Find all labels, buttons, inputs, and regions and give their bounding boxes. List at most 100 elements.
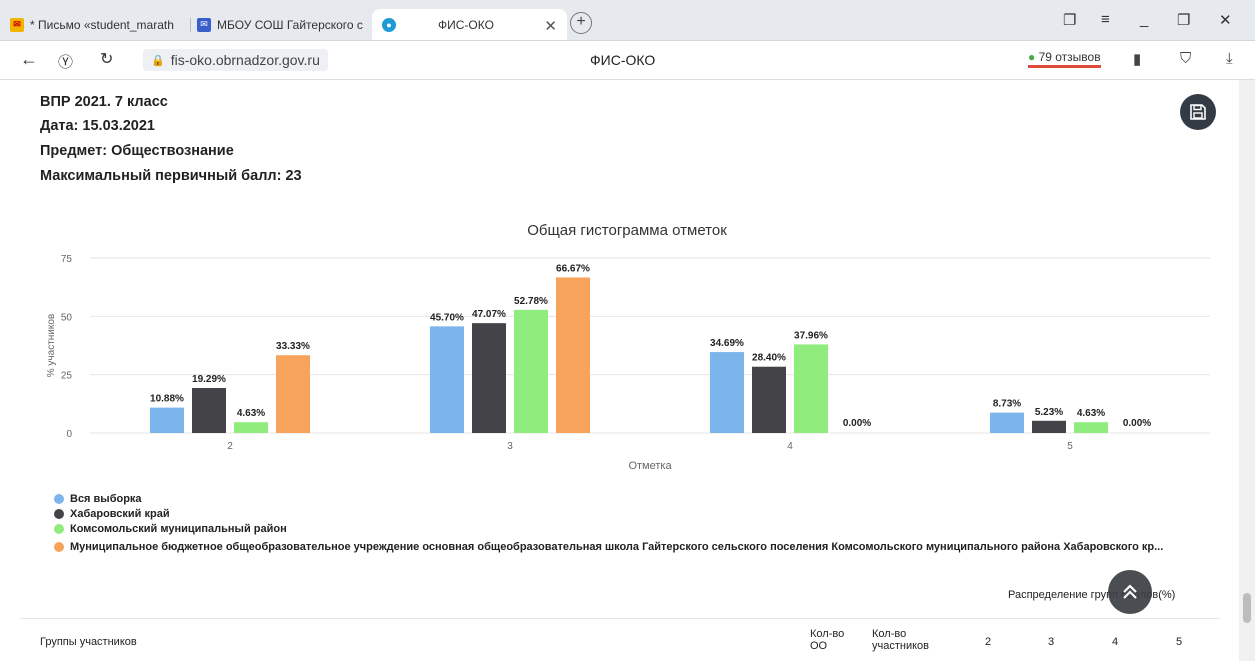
- mail-icon: ✉: [10, 17, 24, 32]
- scroll-top-button[interactable]: [1108, 570, 1152, 614]
- data-label: 19.29%: [192, 374, 226, 385]
- reviews-button[interactable]: ● 79 отзывов: [1028, 50, 1101, 68]
- data-label: 0.00%: [843, 418, 871, 429]
- bar-комсомол: [1074, 422, 1108, 433]
- bookmark-icon[interactable]: ▮: [1133, 50, 1141, 68]
- legend-swatch: [54, 542, 64, 552]
- page-title: ФИС-ОКО: [590, 52, 656, 68]
- tab-title: МБОУ СОШ Гайтерского с: [217, 17, 363, 32]
- data-label: 34.69%: [710, 338, 744, 349]
- legend-swatch: [54, 509, 64, 519]
- data-label: 5.23%: [1035, 407, 1063, 418]
- legend-label: Комсомольский муниципальный район: [70, 523, 287, 535]
- data-label: 4.63%: [237, 408, 265, 419]
- new-tab-button[interactable]: +: [570, 12, 592, 34]
- bar-муниципа: [556, 277, 590, 433]
- x-tick-label: 4: [787, 441, 793, 452]
- tab-title: ФИС-ОКО: [438, 17, 494, 32]
- lock-icon: 🔒: [151, 54, 165, 67]
- legend-swatch: [54, 524, 64, 534]
- y-tick-label: 0: [66, 429, 72, 440]
- page-content: ВПР 2021. 7 класс Дата: 15.03.2021 Предм…: [0, 80, 1239, 661]
- reload-icon[interactable]: ↻: [100, 49, 113, 69]
- data-label: 4.63%: [1077, 408, 1105, 419]
- bar-вся-выбо: [430, 326, 464, 433]
- download-icon[interactable]: ⤓: [1226, 50, 1233, 67]
- bar-вся-выбо: [150, 407, 184, 433]
- url-text: fis-oko.obrnadzor.gov.ru: [170, 52, 320, 68]
- data-label: 28.40%: [752, 353, 786, 364]
- chart-title: Общая гистограмма отметок: [527, 222, 727, 239]
- legend-label: Муниципальное бюджетное общеобразователь…: [70, 541, 1164, 553]
- bar-хабаровс: [752, 366, 786, 433]
- menu-icon[interactable]: ≡: [1101, 11, 1110, 28]
- col-grade-2: 2: [985, 636, 992, 648]
- mail-envelope-icon: ✉: [197, 17, 211, 32]
- y-tick-label: 50: [61, 312, 73, 323]
- data-label: 66.67%: [556, 263, 590, 274]
- col-grade-5: 5: [1176, 636, 1183, 648]
- scrollbar-thumb[interactable]: [1243, 593, 1251, 623]
- bar-вся-выбо: [710, 352, 744, 433]
- restore-icon[interactable]: ❐: [1177, 11, 1190, 29]
- legend-item[interactable]: Хабаровский край: [54, 508, 170, 520]
- y-tick-label: 25: [61, 371, 73, 382]
- data-label: 10.88%: [150, 394, 184, 405]
- tabs-icon[interactable]: ❐: [1063, 11, 1076, 29]
- bar-комсомол: [794, 344, 828, 433]
- histogram-chart: Общая гистограмма отметок0255075% участн…: [46, 222, 1210, 472]
- tab-fis-oko[interactable]: ● ФИС-ОКО ✕: [372, 9, 567, 40]
- close-icon[interactable]: ✕: [544, 17, 557, 35]
- save-icon: [1190, 104, 1206, 120]
- report-max-score: Максимальный первичный балл: 23: [40, 168, 302, 184]
- data-label: 8.73%: [993, 399, 1021, 410]
- legend-swatch: [54, 494, 64, 504]
- window-close-icon[interactable]: ✕: [1219, 11, 1232, 29]
- reviews-text: 79 отзывов: [1038, 50, 1101, 64]
- bar-муниципа: [276, 355, 310, 433]
- legend-item[interactable]: Вся выборка: [54, 493, 142, 505]
- data-label: 45.70%: [430, 312, 464, 323]
- tab-mbou[interactable]: ✉ МБОУ СОШ Гайтерского с: [197, 9, 369, 40]
- legend-item[interactable]: Комсомольский муниципальный район: [54, 523, 287, 535]
- minimize-icon[interactable]: _: [1140, 11, 1148, 28]
- url-field[interactable]: 🔒 fis-oko.obrnadzor.gov.ru: [143, 49, 328, 71]
- table-divider: [20, 618, 1220, 619]
- comment-icon: ●: [1028, 50, 1036, 64]
- x-tick-label: 3: [507, 441, 513, 452]
- bar-вся-выбо: [990, 412, 1024, 433]
- data-label: 52.78%: [514, 296, 548, 307]
- tab-separator: [190, 18, 191, 32]
- data-label: 47.07%: [472, 309, 506, 320]
- save-button[interactable]: [1180, 94, 1216, 130]
- site-icon: ●: [382, 17, 396, 32]
- x-axis-label: Отметка: [628, 460, 672, 472]
- bar-комсомол: [514, 309, 548, 433]
- tab-title: * Письмо «student_marath: [30, 17, 174, 32]
- browser-tab-bar: ✉ * Письмо «student_marath ✉ МБОУ СОШ Га…: [0, 0, 1255, 41]
- bar-комсомол: [234, 422, 268, 433]
- legend-label: Вся выборка: [70, 493, 142, 505]
- chevron-up-icon: [1123, 584, 1137, 599]
- scrollbar[interactable]: [1239, 80, 1255, 661]
- report-date: Дата: 15.03.2021: [40, 118, 155, 134]
- y-tick-label: 75: [61, 254, 73, 265]
- bar-хабаровс: [192, 387, 226, 433]
- data-label: 0.00%: [1123, 418, 1151, 429]
- col-oo: Кол-во ОО: [810, 628, 845, 652]
- data-label: 33.33%: [276, 341, 310, 352]
- bar-хабаровс: [1032, 420, 1066, 433]
- y-axis-label: % участников: [46, 314, 57, 378]
- report-subject: Предмет: Обществознание: [40, 143, 234, 159]
- bar-хабаровс: [472, 323, 506, 433]
- col-groups: Группы участников: [40, 636, 137, 648]
- protect-icon[interactable]: ⛉: [1180, 50, 1191, 67]
- data-label: 37.96%: [794, 330, 828, 341]
- tab-mail-student[interactable]: ✉ * Письмо «student_marath: [10, 9, 188, 40]
- report-title: ВПР 2021. 7 класс: [40, 94, 168, 110]
- yandex-icon[interactable]: Ⓨ: [58, 51, 73, 72]
- back-icon[interactable]: ←: [20, 49, 38, 70]
- x-tick-label: 5: [1067, 441, 1073, 452]
- x-tick-label: 2: [227, 441, 233, 452]
- legend-item[interactable]: Муниципальное бюджетное общеобразователь…: [54, 541, 1163, 553]
